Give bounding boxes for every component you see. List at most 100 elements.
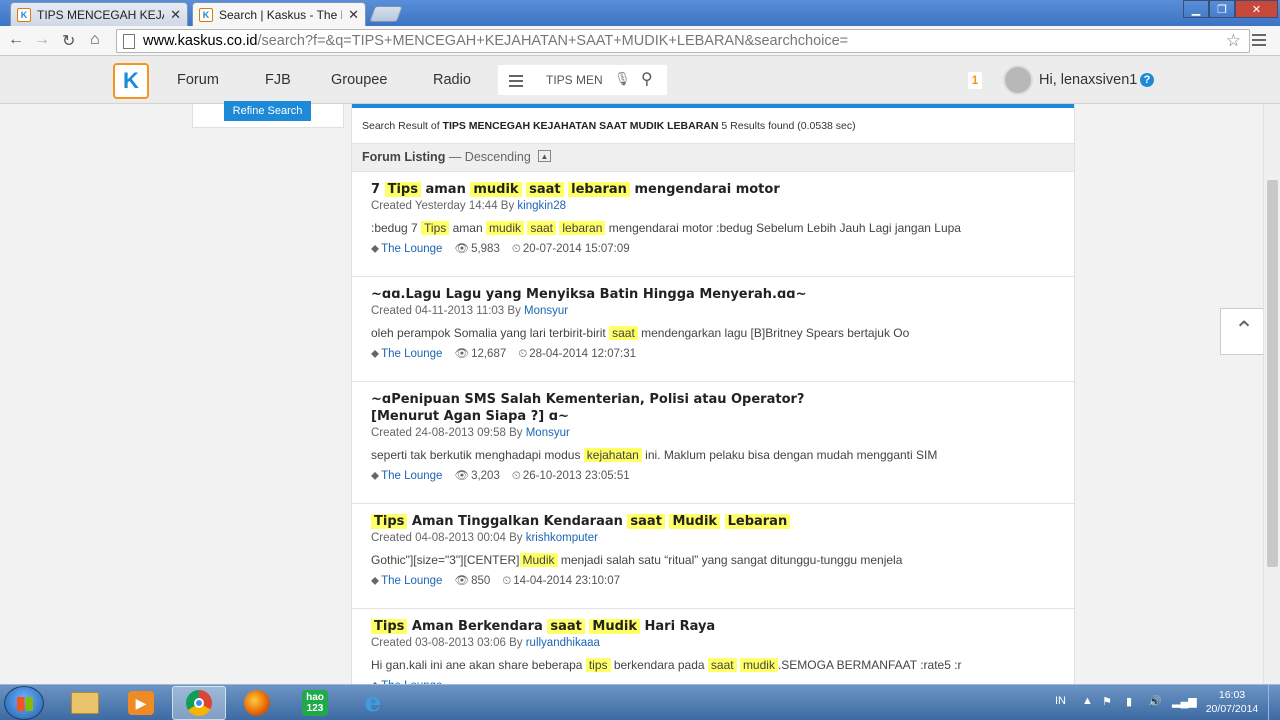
internet-explorer-taskbar-icon[interactable]: e	[346, 686, 400, 720]
page-icon	[123, 33, 135, 49]
category-link[interactable]: The Lounge	[381, 348, 442, 360]
volume-icon[interactable]: 🔊	[1148, 695, 1162, 708]
tray-expand-icon[interactable]: ▲	[1082, 695, 1093, 707]
reload-icon[interactable]: ↻	[62, 31, 75, 51]
back-arrow-icon[interactable]: ←	[8, 31, 24, 49]
views-icon: 👁	[454, 243, 470, 255]
nav-forum[interactable]: Forum	[177, 72, 219, 88]
category-link[interactable]: The Lounge	[381, 470, 442, 482]
close-tab-icon[interactable]: ✕	[170, 7, 181, 23]
maximize-button[interactable]: ❐	[1209, 0, 1235, 18]
result-title[interactable]: Tips Aman Tinggalkan Kendaraan saat Mudi…	[371, 513, 1074, 530]
last-post-date: 14-04-2014 23:10:07	[513, 575, 621, 587]
nav-radio[interactable]: Radio	[433, 72, 471, 88]
nav-fjb[interactable]: FJB	[265, 72, 291, 88]
close-window-button[interactable]: ✕	[1235, 0, 1278, 18]
explorer-taskbar-icon[interactable]	[58, 686, 112, 720]
text-segment: aman	[420, 182, 471, 197]
text-segment: oleh perampok Somalia yang lari terbirit…	[371, 326, 610, 340]
battery-icon[interactable]: ▮	[1126, 695, 1132, 708]
tab-tips-mencegah[interactable]: K TIPS MENCEGAH KEJAHATAN SAAT MUDIK ✕	[10, 2, 188, 26]
tab-search-kaskus[interactable]: K Search | Kaskus - The Largest ✕	[192, 2, 366, 26]
result-title[interactable]: ~ɑPenipuan SMS Salah Kementerian, Polisi…	[371, 391, 1074, 425]
keyword-highlight: saat	[527, 221, 557, 235]
keyword-highlight: mudik	[739, 658, 778, 672]
system-clock[interactable]: 16:03 20/07/2014	[1200, 688, 1264, 716]
user-greeting[interactable]: Hi, lenaxsiven1	[1039, 72, 1137, 88]
bookmark-star-icon[interactable]: ☆	[1226, 31, 1241, 51]
search-menu-icon[interactable]	[509, 75, 523, 90]
category-link[interactable]: The Lounge	[381, 575, 442, 587]
result-title[interactable]: Tips Aman Berkendara saat Mudik Hari Ray…	[371, 618, 1074, 635]
refine-search-button[interactable]: Refine Search	[224, 101, 311, 121]
forward-arrow-icon[interactable]: →	[34, 31, 50, 49]
site-search-box: TIPS MENCEGAH KEJAHATAN SAAT MUDIK LEBAR…	[498, 65, 667, 95]
search-icon[interactable]: ⚲	[641, 69, 653, 89]
media-player-taskbar-icon[interactable]: ▶	[114, 686, 168, 720]
view-count: 12,687	[471, 348, 507, 360]
hao123-taskbar-icon[interactable]: hao 123	[288, 686, 342, 720]
result-snippet: Hi gan.kali ini ane akan share beberapa …	[371, 657, 1074, 673]
views-icon: 👁	[454, 348, 470, 360]
network-signal-icon[interactable]: ▂▄▆	[1172, 695, 1197, 708]
clock-icon: ⏲	[511, 243, 521, 255]
scrollbar-thumb[interactable]	[1267, 180, 1278, 567]
text-segment: menjadi salah satu “ritual” yang sangat …	[557, 553, 903, 567]
kaskus-logo[interactable]: K	[113, 63, 149, 99]
show-desktop-button[interactable]	[1268, 685, 1280, 720]
created-text: Created 04-11-2013 11:03 By	[371, 305, 525, 317]
view-count: 850	[471, 575, 491, 587]
microphone-icon[interactable]: 🎙	[614, 71, 631, 87]
result-footer: ⬥ The Lounge 👁 850 ⏲ 14-04-2014 23:10:07	[371, 573, 1074, 589]
close-tab-icon[interactable]: ✕	[348, 7, 359, 23]
text-segment: Gothic"][size="3"][CENTER]	[371, 553, 520, 567]
author-link[interactable]: Monsyur	[524, 305, 568, 317]
new-tab-button[interactable]	[369, 6, 403, 22]
text-segment: Hi gan.kali ini ane akan share beberapa	[371, 658, 586, 672]
page-scrollbar[interactable]	[1263, 104, 1280, 684]
text-segment: :bedug 7	[371, 221, 422, 235]
back-to-top-button[interactable]: ⌃	[1220, 308, 1268, 355]
category-link[interactable]: The Lounge	[381, 243, 442, 255]
keyword-highlight: Tips	[421, 221, 450, 235]
action-center-flag-icon[interactable]: ⚑	[1102, 695, 1112, 708]
author-link[interactable]: kingkin28	[517, 200, 566, 212]
avatar[interactable]	[1003, 65, 1033, 95]
text-segment: berkendara pada	[610, 658, 708, 672]
text-segment: Aman Berkendara	[407, 619, 548, 634]
kaskus-favicon-icon: K	[17, 7, 31, 22]
browser-toolbar: ← → ↻ ⌂ www.kaskus.co.id/search?f=&q=TIP…	[0, 26, 1280, 56]
search-input[interactable]: TIPS MENCEGAH KEJAHATAN SAAT MUDIK LEBAR…	[546, 73, 602, 87]
chrome-taskbar-icon[interactable]	[172, 686, 226, 720]
keyword-highlight: mudik	[470, 182, 522, 197]
keyword-highlight: saat	[627, 514, 665, 529]
tab-title: TIPS MENCEGAH KEJAHATAN SAAT MUDIK	[37, 7, 164, 22]
result-snippet: Gothic"][size="3"][CENTER] Mudik menjadi …	[371, 552, 1074, 568]
author-link[interactable]: krishkomputer	[526, 532, 598, 544]
result-snippet: oleh perampok Somalia yang lari terbirit…	[371, 325, 1074, 341]
clock-time: 16:03	[1218, 689, 1246, 701]
start-button[interactable]	[4, 686, 44, 720]
result-title[interactable]: 7 Tips aman mudik saat lebaran mengendar…	[371, 181, 1074, 198]
kaskus-favicon-icon: K	[199, 7, 213, 22]
results-list: 7 Tips aman mudik saat lebaran mengendar…	[352, 172, 1074, 684]
views-icon: 👁	[454, 470, 470, 482]
nav-groupee[interactable]: Groupee	[331, 72, 387, 88]
chrome-menu-icon[interactable]	[1252, 34, 1266, 49]
author-link[interactable]: rullyandhikaaa	[526, 637, 600, 649]
author-link[interactable]: Monsyur	[526, 427, 570, 439]
firefox-taskbar-icon[interactable]	[230, 686, 284, 720]
collapse-toggle-icon[interactable]: ▲	[538, 150, 551, 162]
keyword-highlight: kejahatan	[583, 448, 642, 462]
result-title[interactable]: ~ɑɑ.Lagu Lagu yang Menyiksa Batin Hingga…	[371, 286, 1074, 303]
home-icon[interactable]: ⌂	[90, 31, 100, 49]
help-icon[interactable]: ?	[1140, 73, 1154, 87]
summary-prefix: Search Result of	[362, 120, 440, 132]
notification-badge[interactable]: 1	[968, 72, 982, 89]
keyword-highlight: tips	[585, 658, 611, 672]
result-row: ~ɑPenipuan SMS Salah Kementerian, Polisi…	[352, 382, 1074, 504]
text-segment: ~ɑɑ.Lagu Lagu yang Menyiksa Batin Hingga…	[371, 287, 807, 302]
address-bar[interactable]: www.kaskus.co.id/search?f=&q=TIPS+MENCEG…	[116, 29, 1250, 53]
language-indicator[interactable]: IN	[1055, 695, 1066, 707]
minimize-button[interactable]: ▁	[1183, 0, 1209, 18]
